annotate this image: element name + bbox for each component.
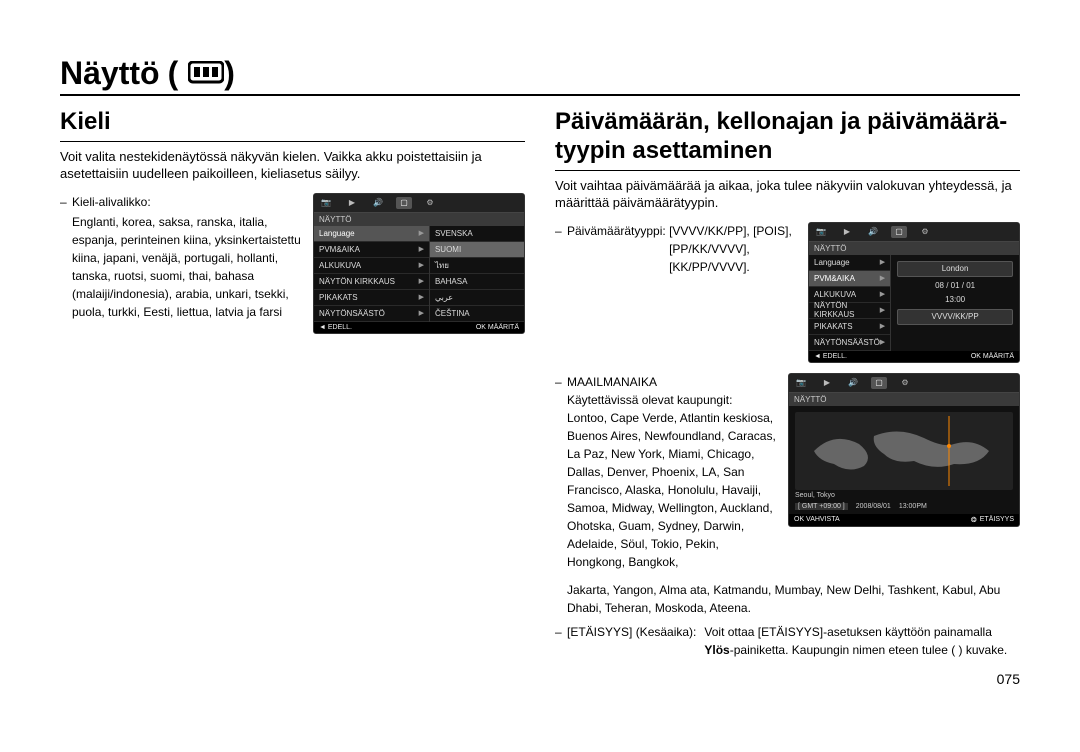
lang-subtitle: –Kieli-alivalikko:: [60, 193, 301, 211]
camera-icon: 📷: [793, 377, 809, 389]
page-number: 075: [60, 671, 1020, 687]
lcd2-foot-left: ◄ EDELL.: [814, 353, 847, 360]
cities-wide: Jakarta, Yangon, Alma ata, Katmandu, Mum…: [555, 581, 1020, 617]
lcd2-val: 13:00: [897, 293, 1013, 307]
lcd1-opt: SUOMI: [430, 242, 524, 258]
date-type-v2: [KK/PP/VVVV].: [669, 260, 750, 274]
lcd1-opt: ČEŠTINA: [430, 306, 524, 322]
lcd1-opt: SVENSKA: [430, 226, 524, 242]
lcd3-city: Seoul, Tokyo: [795, 492, 835, 499]
right-intro: Voit vaihtaa päivämäärää ja aikaa, joka …: [555, 177, 1020, 212]
lcd2-foot-right: OK MÄÄRITÄ: [971, 353, 1014, 360]
camera-icon: 📷: [318, 197, 334, 209]
page-title: Näyttö: [60, 55, 160, 92]
lang-list: Englanti, korea, saksa, ranska, italia, …: [60, 213, 301, 321]
sound-icon: 🔊: [370, 197, 386, 209]
lcd1-row: NÄYTÖNSÄÄSTÖ▶: [314, 306, 429, 322]
play-icon: ▶: [839, 226, 855, 238]
camera-icon: 📷: [813, 226, 829, 238]
display-icon-close: ): [224, 55, 235, 92]
sound-icon: 🔊: [845, 377, 861, 389]
etai-label: –[ETÄISYYS] (Kesäaika):: [555, 623, 696, 659]
settings-icon: ⚙: [917, 226, 933, 238]
cities-list: Lontoo, Cape Verde, Atlantin keskiosa, B…: [567, 409, 776, 571]
lcd3-foot-left: OK VAHVISTA: [794, 516, 840, 524]
play-icon: ▶: [819, 377, 835, 389]
lcd3-gmt: [ GMT +09:00 ]: [795, 503, 848, 510]
right-column: Päivämäärän, kellonajan ja päivämäärä­ty…: [555, 108, 1020, 659]
etai-text: Voit ottaa [ETÄISYYS]-asetuksen käyttöön…: [704, 623, 1020, 659]
settings-icon: ⚙: [422, 197, 438, 209]
display-icon: (: [168, 55, 179, 92]
display-tab-icon: ▢: [871, 377, 887, 389]
lcd1-opt: ไทย: [430, 258, 524, 274]
lcd2-val: London: [897, 261, 1013, 277]
lcd1-header: NÄYTTÖ: [314, 213, 524, 226]
lcd2-val: 08 / 01 / 01: [897, 279, 1013, 293]
lcd2-val: VVVV/KK/PP: [897, 309, 1013, 325]
lcd2-header: NÄYTTÖ: [809, 242, 1019, 255]
lcd-language-menu: 📷 ▶ 🔊 ▢ ⚙ NÄYTTÖ Language▶ PVM&AIKA▶ ALK…: [313, 193, 525, 334]
lcd-monitor-icon: [188, 61, 224, 87]
display-tab-icon: ▢: [396, 197, 412, 209]
lcd1-foot-left: ◄ EDELL.: [319, 324, 352, 331]
lcd2-row: NÄYTÖN KIRKKAUS▶: [809, 303, 890, 319]
left-column: Kieli Voit valita nestekidenäytössä näky…: [60, 108, 525, 659]
world-map-icon: [795, 412, 1013, 490]
lcd1-opt: ﻋﺮﺑﻲ: [430, 290, 524, 306]
lcd-worldtime: 📷 ▶ 🔊 ▢ ⚙ NÄYTTÖ: [788, 373, 1020, 527]
date-type-v1: [PP/KK/VVVV],: [669, 242, 750, 256]
lcd-datetime-menu: 📷 ▶ 🔊 ▢ ⚙ NÄYTTÖ Language▶ PVM&AIKA▶ ALK…: [808, 222, 1020, 363]
settings-icon: ⚙: [897, 377, 913, 389]
left-heading: Kieli: [60, 108, 525, 142]
lcd3-foot-right: ❂ ETÄISYYS: [971, 516, 1014, 524]
lcd3-time: 13:00PM: [899, 503, 927, 510]
dst-icon: ❂: [971, 516, 977, 524]
lcd1-row: PIKAKATS▶: [314, 290, 429, 306]
page-heading: Näyttö ( ): [60, 55, 1020, 96]
lcd1-row: Language▶: [314, 226, 429, 242]
lcd2-row: NÄYTÖNSÄÄSTÖ▶: [809, 335, 890, 351]
lcd1-row: PVM&AIKA▶: [314, 242, 429, 258]
lcd1-opt: BAHASA: [430, 274, 524, 290]
world-label: MAAILMANAIKA: [567, 373, 776, 391]
right-heading: Päivämäärän, kellonajan ja päivämäärä­ty…: [555, 108, 1020, 171]
lcd3-date: 2008/08/01: [856, 503, 891, 510]
lcd1-row: NÄYTÖN KIRKKAUS▶: [314, 274, 429, 290]
lcd3-header: NÄYTTÖ: [789, 393, 1019, 406]
date-type-label: Päivämäärätyyppi:: [567, 224, 666, 238]
lcd2-row: PVM&AIKA▶: [809, 271, 890, 287]
left-intro: Voit valita nestekidenäytössä näkyvän ki…: [60, 148, 525, 183]
lang-subtitle-text: Kieli-alivalikko:: [72, 195, 151, 209]
cities-label: Käytettävissä olevat kaupungit:: [567, 391, 776, 409]
lcd2-row: Language▶: [809, 255, 890, 271]
lcd1-foot-right: OK MÄÄRITÄ: [476, 324, 519, 331]
lcd1-row: ALKUKUVA▶: [314, 258, 429, 274]
display-tab-icon: ▢: [891, 226, 907, 238]
date-type-v0: [VVVV/KK/PP], [POIS],: [669, 224, 792, 238]
play-icon: ▶: [344, 197, 360, 209]
lcd2-row: PIKAKATS▶: [809, 319, 890, 335]
sound-icon: 🔊: [865, 226, 881, 238]
